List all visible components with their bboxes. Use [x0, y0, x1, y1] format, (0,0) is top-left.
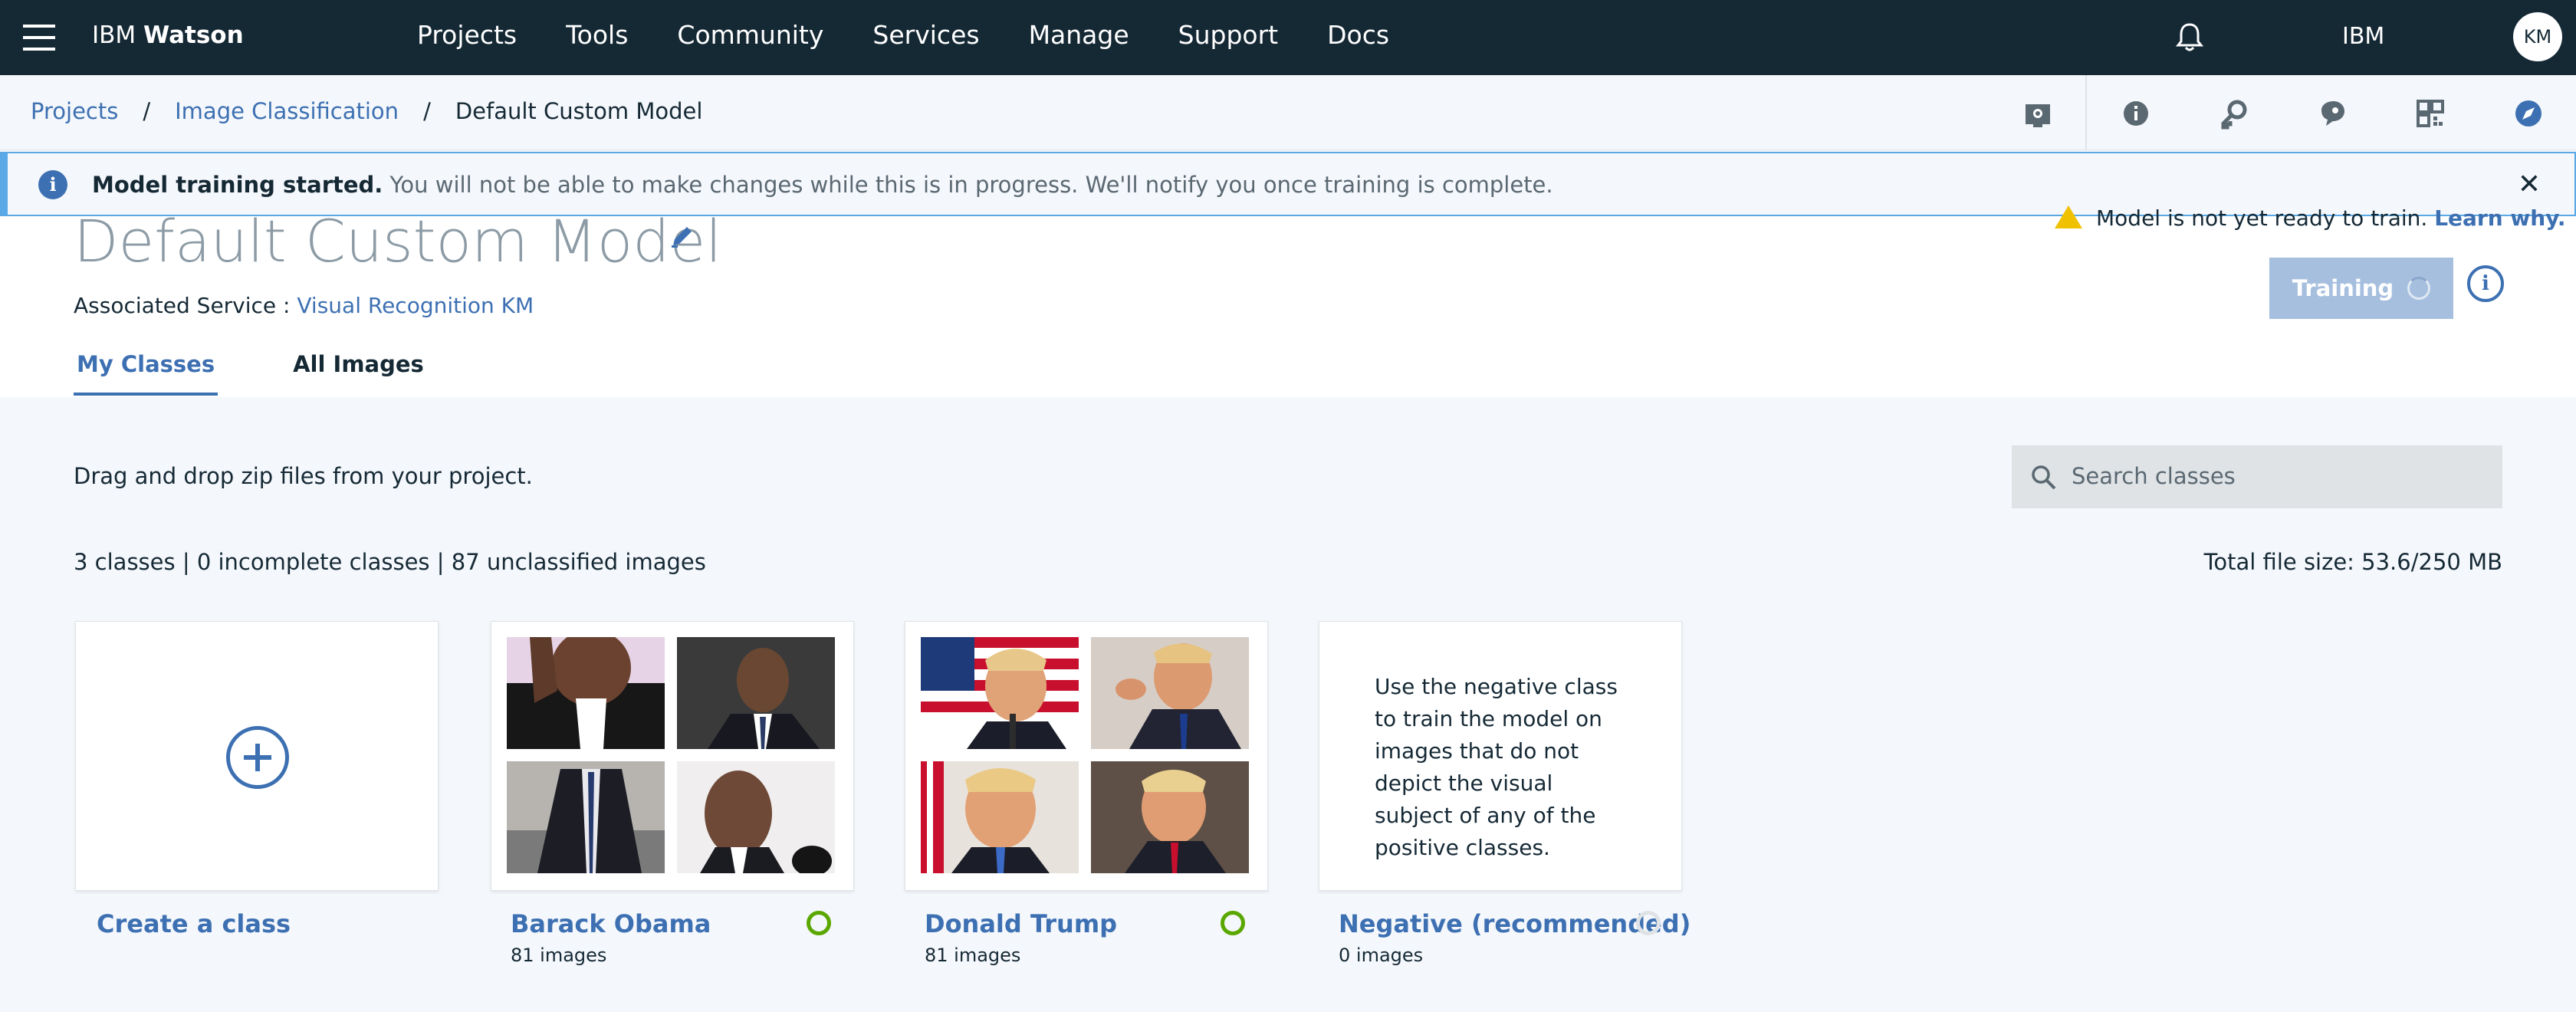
image-thumbnail [677, 637, 835, 749]
image-thumbnail [921, 761, 1079, 873]
training-button[interactable]: Training [2269, 258, 2453, 319]
negative-class-description: Use the negative class to train the mode… [1375, 674, 1618, 860]
breadcrumb-projects[interactable]: Projects [31, 98, 118, 124]
total-file-size: Total file size: 53.6/250 MB [2203, 549, 2502, 575]
compass-icon[interactable] [2512, 97, 2545, 130]
class-card-barack-obama[interactable] [491, 621, 854, 891]
drag-drop-hint: Drag and drop zip files from your projec… [74, 463, 533, 489]
breadcrumb-current: Default Custom Model [455, 98, 703, 124]
toolbar [1993, 75, 2576, 150]
search-box[interactable] [2012, 445, 2502, 508]
class-label-donald-trump[interactable]: Donald Trump [925, 909, 1117, 938]
breadcrumb-bar: Projects / Image Classification / Defaul… [0, 75, 2576, 150]
info-icon[interactable]: i [2467, 265, 2504, 302]
incomplete-status-icon [1636, 911, 1661, 935]
nav-docs[interactable]: Docs [1327, 20, 1389, 50]
key-icon[interactable] [2217, 97, 2251, 130]
nav-manage[interactable]: Manage [1029, 20, 1129, 50]
info-icon[interactable] [2119, 97, 2153, 130]
model-readiness-warning: Model is not yet ready to train. Learn w… [2055, 205, 2566, 231]
image-thumbnail [921, 637, 1079, 749]
asset-icon[interactable] [2021, 97, 2055, 130]
breadcrumb-separator: / [423, 98, 431, 124]
toolbar-divider [2085, 75, 2087, 150]
image-thumbnail [1091, 761, 1249, 873]
main-nav: Projects Tools Community Services Manage… [417, 20, 1438, 50]
warning-icon [2055, 205, 2082, 228]
add-circle-icon[interactable] [226, 726, 289, 789]
nav-services[interactable]: Services [872, 20, 979, 50]
associated-service: Associated Service : Visual Recognition … [74, 293, 534, 318]
close-icon[interactable]: ✕ [2518, 169, 2541, 200]
class-card-donald-trump[interactable] [905, 621, 1268, 891]
class-stats: 3 classes | 0 incomplete classes | 87 un… [74, 549, 706, 575]
create-class-card[interactable] [75, 621, 439, 891]
class-card-negative[interactable]: Use the negative class to train the mode… [1319, 621, 1682, 891]
learn-why-link[interactable]: Learn why. [2434, 205, 2565, 231]
top-navigation-bar: IBM Watson Projects Tools Community Serv… [0, 0, 2576, 75]
tab-all-images[interactable]: All Images [290, 351, 427, 396]
breadcrumb-separator: / [143, 98, 151, 124]
image-thumbnail [677, 761, 835, 873]
complete-status-icon [807, 911, 831, 935]
complete-status-icon [1221, 911, 1245, 935]
menu-icon[interactable] [23, 25, 55, 51]
info-icon: i [38, 170, 67, 199]
image-thumbnails [921, 637, 1254, 876]
edit-pencil-icon[interactable] [667, 221, 698, 251]
chat-icon[interactable] [2315, 97, 2349, 130]
image-thumbnail [507, 637, 665, 749]
brand-logo[interactable]: IBM Watson [92, 21, 244, 49]
create-class-label[interactable]: Create a class [97, 909, 291, 938]
image-count: 0 images [1339, 945, 1424, 966]
class-tabs: My Classes All Images [74, 351, 499, 396]
breadcrumb: Projects / Image Classification / Defaul… [31, 98, 702, 124]
search-input[interactable] [2072, 445, 2486, 507]
image-thumbnail [1091, 637, 1249, 749]
image-thumbnails [507, 637, 840, 876]
spinner-icon [2407, 277, 2431, 300]
tab-my-classes[interactable]: My Classes [74, 351, 219, 396]
apps-icon[interactable] [2413, 97, 2447, 130]
image-count: 81 images [925, 945, 1021, 966]
image-thumbnail [507, 761, 665, 873]
avatar[interactable]: KM [2513, 12, 2562, 61]
bell-icon[interactable] [2174, 21, 2205, 54]
breadcrumb-image-classification[interactable]: Image Classification [175, 98, 399, 124]
nav-tools[interactable]: Tools [566, 20, 628, 50]
class-label-barack-obama[interactable]: Barack Obama [511, 909, 711, 938]
associated-service-link[interactable]: Visual Recognition KM [297, 293, 534, 318]
nav-projects[interactable]: Projects [417, 20, 517, 50]
model-header: Default Custom Model Associated Service … [0, 205, 2576, 397]
nav-support[interactable]: Support [1178, 20, 1278, 50]
notification-text: Model training started. You will not be … [92, 172, 1553, 198]
search-icon [2032, 465, 2056, 490]
image-count: 81 images [511, 945, 607, 966]
account-switcher[interactable]: IBM [2342, 23, 2384, 50]
nav-community[interactable]: Community [677, 20, 823, 50]
page-title: Default Custom Model [74, 207, 722, 275]
